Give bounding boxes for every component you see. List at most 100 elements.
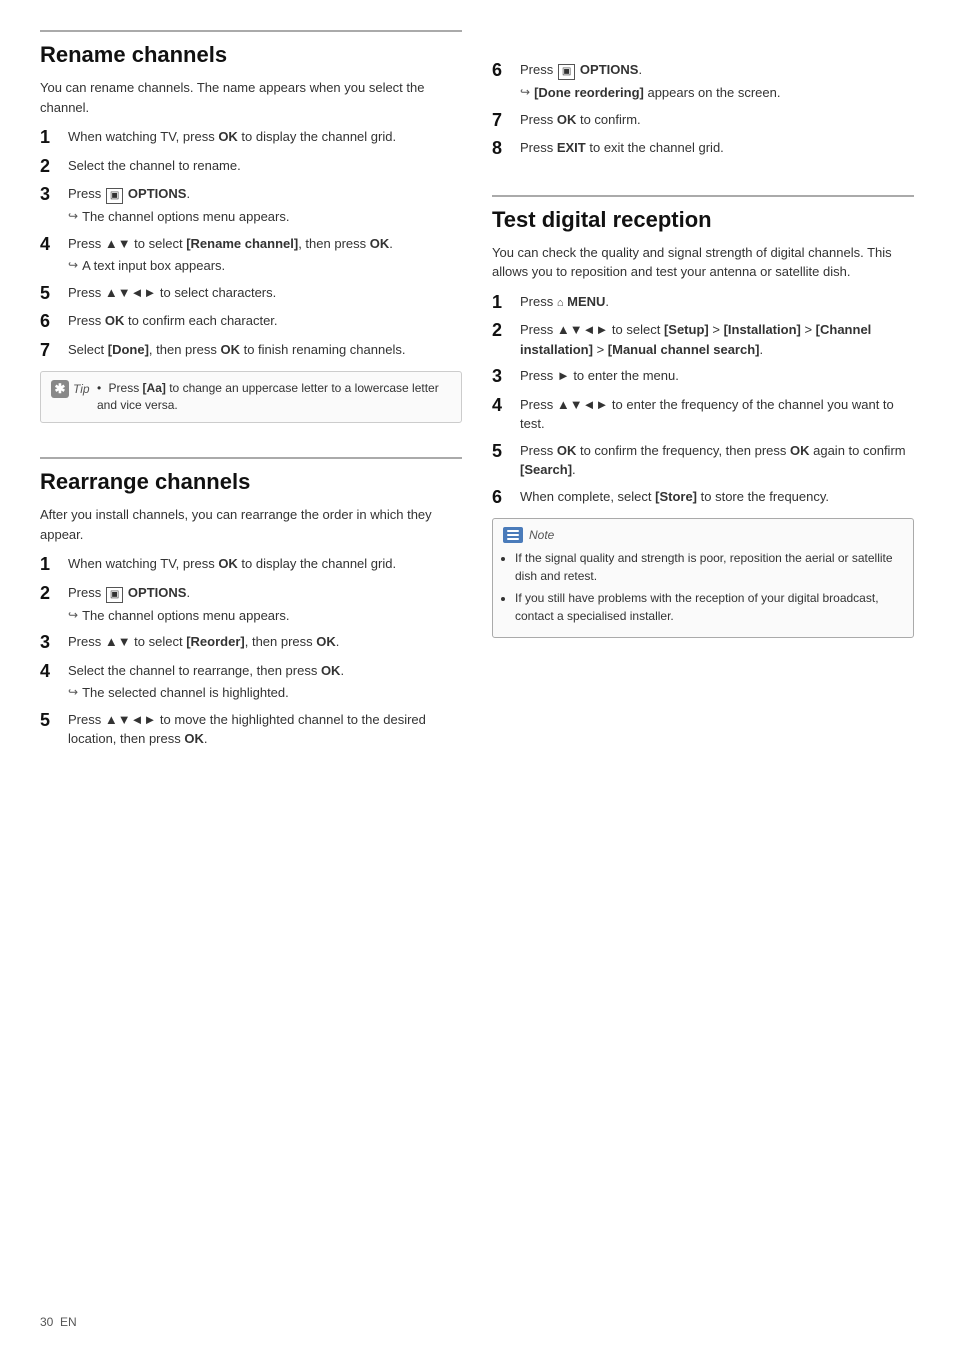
test-step-num-2: 2 (492, 320, 520, 342)
tip-label: Tip (73, 382, 90, 396)
test-step-content-2: Press ▲▼◄► to select [Setup] > [Installa… (520, 320, 914, 359)
rearrange-step-content-2: Press ▣ OPTIONS. ↪ The channel options m… (68, 583, 462, 626)
note-box: Note If the signal quality and strength … (492, 518, 914, 638)
rearrange-step-8: 8 Press EXIT to exit the channel grid. (492, 138, 914, 160)
step-content-2: Select the channel to rename. (68, 156, 462, 176)
rearrange-step-content-5: Press ▲▼◄► to move the highlighted chann… (68, 710, 462, 749)
test-digital-title: Test digital reception (492, 195, 914, 233)
lang-label: EN (60, 1315, 77, 1329)
rearrange-step-1: 1 When watching TV, press OK to display … (40, 554, 462, 576)
step-content-4: Press ▲▼ to select [Rename channel], the… (68, 234, 462, 276)
test-step-6: 6 When complete, select [Store] to store… (492, 487, 914, 509)
rearrange-step-content-8: Press EXIT to exit the channel grid. (520, 138, 914, 158)
arrow-icon-3: ↪ (68, 683, 78, 701)
test-step-3: 3 Press ► to enter the menu. (492, 366, 914, 388)
rearrange-step-2-sub-text: The channel options menu appears. (82, 606, 289, 626)
step-num-6: 6 (40, 311, 68, 333)
rearrange-step-4-sub-text: The selected channel is highlighted. (82, 683, 289, 703)
rearrange-step-num-6: 6 (492, 60, 520, 82)
step-num-1: 1 (40, 127, 68, 149)
rename-step-3-sub: ↪ The channel options menu appears. (68, 207, 462, 227)
test-step-content-5: Press OK to confirm the frequency, then … (520, 441, 914, 480)
note-icon (503, 527, 523, 543)
page-number: 30 (40, 1315, 53, 1329)
step-num-4: 4 (40, 234, 68, 256)
test-step-2: 2 Press ▲▼◄► to select [Setup] > [Instal… (492, 320, 914, 359)
tip-box: ✱ Tip • Press [Aa] to change an uppercas… (40, 371, 462, 423)
rename-step-4-sub: ↪ A text input box appears. (68, 256, 462, 276)
right-column: 6 Press ▣ OPTIONS. ↪ [Done reordering] a… (492, 30, 914, 774)
step-num-7: 7 (40, 340, 68, 362)
rename-step-3: 3 Press ▣ OPTIONS. ↪ The channel options… (40, 184, 462, 227)
rearrange-step-num-7: 7 (492, 110, 520, 132)
step-3-sub-text: The channel options menu appears. (82, 207, 289, 227)
rearrange-step-3: 3 Press ▲▼ to select [Reorder], then pre… (40, 632, 462, 654)
tip-star-icon: ✱ (51, 380, 69, 398)
test-step-content-4: Press ▲▼◄► to enter the frequency of the… (520, 395, 914, 434)
rearrange-step-5: 5 Press ▲▼◄► to move the highlighted cha… (40, 710, 462, 749)
rearrange-channels-section: Rearrange channels After you install cha… (40, 457, 462, 756)
note-icon-lines (504, 528, 522, 542)
step-num-2: 2 (40, 156, 68, 178)
test-step-4: 4 Press ▲▼◄► to enter the frequency of t… (492, 395, 914, 434)
rearrange-steps-list: 1 When watching TV, press OK to display … (40, 554, 462, 749)
rearrange-step-4-sub: ↪ The selected channel is highlighted. (68, 683, 462, 703)
page: Rename channels You can rename channels.… (40, 30, 914, 774)
note-content: If the signal quality and strength is po… (503, 549, 903, 625)
rearrange-step-num-4: 4 (40, 661, 68, 683)
rename-steps-list: 1 When watching TV, press OK to display … (40, 127, 462, 361)
rearrange-step-6: 6 Press ▣ OPTIONS. ↪ [Done reordering] a… (492, 60, 914, 103)
test-digital-steps-list: 1 Press ⌂ MENU. 2 Press ▲▼◄► to select [… (492, 292, 914, 509)
note-line-2 (507, 534, 519, 536)
rearrange-step-num-5: 5 (40, 710, 68, 732)
page-footer: 30 EN (40, 1315, 77, 1329)
arrow-icon-2: ↪ (68, 606, 78, 624)
test-step-1: 1 Press ⌂ MENU. (492, 292, 914, 314)
rearrange-step-2-sub: ↪ The channel options menu appears. (68, 606, 462, 626)
note-item-1: If the signal quality and strength is po… (515, 549, 903, 585)
rename-step-7: 7 Select [Done], then press OK to finish… (40, 340, 462, 362)
rearrange-step-6-sub: ↪ [Done reordering] appears on the scree… (520, 83, 914, 103)
step-content-6: Press OK to confirm each character. (68, 311, 462, 331)
arrow-icon: ↪ (68, 207, 78, 225)
test-step-num-5: 5 (492, 441, 520, 463)
rearrange-step-num-1: 1 (40, 554, 68, 576)
rearrange-step-num-8: 8 (492, 138, 520, 160)
rearrange-step-6-sub-text: [Done reordering] appears on the screen. (534, 83, 780, 103)
rename-step-5: 5 Press ▲▼◄► to select characters. (40, 283, 462, 305)
test-digital-section: Test digital reception You can check the… (492, 195, 914, 639)
test-step-num-6: 6 (492, 487, 520, 509)
tip-content: • Press [Aa] to change an uppercase lett… (97, 380, 451, 414)
test-step-num-1: 1 (492, 292, 520, 314)
rearrange-channels-intro: After you install channels, you can rear… (40, 505, 462, 544)
step-content-5: Press ▲▼◄► to select characters. (68, 283, 462, 303)
test-step-content-3: Press ► to enter the menu. (520, 366, 914, 386)
test-step-content-6: When complete, select [Store] to store t… (520, 487, 914, 507)
rename-channels-section: Rename channels You can rename channels.… (40, 30, 462, 439)
test-digital-intro: You can check the quality and signal str… (492, 243, 914, 282)
step-content-3: Press ▣ OPTIONS. ↪ The channel options m… (68, 184, 462, 227)
rename-step-6: 6 Press OK to confirm each character. (40, 311, 462, 333)
note-label: Note (529, 528, 554, 542)
step-content-1: When watching TV, press OK to display th… (68, 127, 462, 147)
step-content-7: Select [Done], then press OK to finish r… (68, 340, 462, 360)
home-icon: ⌂ (557, 295, 564, 312)
options-icon: ▣ (106, 188, 123, 204)
rearrange-step-2: 2 Press ▣ OPTIONS. ↪ The channel options… (40, 583, 462, 626)
test-step-content-1: Press ⌂ MENU. (520, 292, 914, 312)
rearrange-step-num-3: 3 (40, 632, 68, 654)
test-step-5: 5 Press OK to confirm the frequency, the… (492, 441, 914, 480)
arrow-icon: ↪ (68, 256, 78, 274)
rearrange-step-7: 7 Press OK to confirm. (492, 110, 914, 132)
options-icon-2: ▣ (106, 587, 123, 603)
note-line-1 (507, 530, 519, 532)
rearrange-steps-continued: 6 Press ▣ OPTIONS. ↪ [Done reordering] a… (492, 60, 914, 160)
rearrange-step-4: 4 Select the channel to rearrange, then … (40, 661, 462, 703)
options-icon-3: ▣ (558, 64, 575, 80)
rename-step-2: 2 Select the channel to rename. (40, 156, 462, 178)
rearrange-channels-title: Rearrange channels (40, 457, 462, 495)
test-step-num-3: 3 (492, 366, 520, 388)
rearrange-step-num-2: 2 (40, 583, 68, 605)
rename-channels-title: Rename channels (40, 30, 462, 68)
step-num-5: 5 (40, 283, 68, 305)
